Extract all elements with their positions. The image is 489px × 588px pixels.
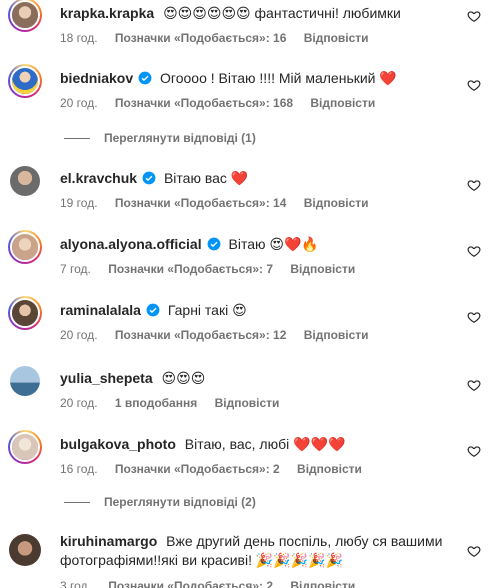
avatar[interactable] xyxy=(8,230,42,264)
comment-meta: 19 год. Позначки «Подобається»: 14 Відпо… xyxy=(60,195,383,211)
comment-username[interactable]: bulgakova_photo xyxy=(60,436,176,452)
comment-username[interactable]: raminalalala xyxy=(60,302,141,318)
comment-text-line: kiruhinamargo Вже другий день поспіль, л… xyxy=(60,532,449,570)
reply-button[interactable]: Відповісти xyxy=(304,196,369,210)
comment-text-line: krapka.krapka 😍😍😍😍😍😍 фантастичні! любимк… xyxy=(60,3,449,23)
verified-badge-icon xyxy=(146,303,160,317)
comment-text-line: bulgakova_photo Вітаю, вас, любі ❤️❤️❤️ xyxy=(60,434,449,454)
like-heart-icon[interactable] xyxy=(467,544,481,558)
reply-button[interactable]: Відповісти xyxy=(215,396,280,410)
view-replies-button[interactable]: Переглянути відповіді (2) xyxy=(60,494,256,510)
comment-time[interactable]: 3 год. xyxy=(60,579,91,588)
comment-time[interactable]: 16 год. xyxy=(60,462,98,476)
avatar[interactable] xyxy=(8,296,42,330)
avatar[interactable] xyxy=(8,0,42,32)
comment-text: 😍😍😍 xyxy=(161,370,206,386)
comment-text: Вітаю, вас, любі ❤️❤️❤️ xyxy=(184,436,346,452)
like-heart-icon[interactable] xyxy=(467,178,481,192)
comment-text: Огоооо ! Вітаю !!!! Мій маленький ❤️ xyxy=(160,70,397,86)
comment-text: 😍😍😍😍😍😍 фантастичні! любимки xyxy=(163,5,401,21)
avatar[interactable] xyxy=(9,534,41,566)
reply-button[interactable]: Відповісти xyxy=(290,579,355,588)
comment-meta: 16 год. Позначки «Подобається»: 2 Відпов… xyxy=(60,461,376,477)
view-replies-button[interactable]: Переглянути відповіді (1) xyxy=(60,130,256,146)
comment-meta: 7 год. Позначки «Подобається»: 7 Відпові… xyxy=(60,261,369,277)
verified-badge-icon xyxy=(138,71,152,85)
reply-button[interactable]: Відповісти xyxy=(304,31,369,45)
comment-meta: 18 год. Позначки «Подобається»: 16 Відпо… xyxy=(60,30,383,46)
comment-text: Гарні такі 😍 xyxy=(167,302,247,318)
like-heart-icon[interactable] xyxy=(467,378,481,392)
comment-meta: 3 год. Позначки «Подобається»: 2 Відпові… xyxy=(60,578,369,588)
divider xyxy=(64,502,90,504)
comment-username[interactable]: el.kravchuk xyxy=(60,170,137,186)
comment-text-line: raminalalala Гарні такі 😍 xyxy=(60,300,449,320)
comment-text: Вітаю вас ❤️ xyxy=(163,170,249,186)
comment-likes[interactable]: Позначки «Подобається»: 12 xyxy=(115,328,286,342)
comment-likes[interactable]: Позначки «Подобається»: 7 xyxy=(108,262,273,276)
like-heart-icon[interactable] xyxy=(467,444,481,458)
verified-badge-icon xyxy=(142,171,156,185)
reply-button[interactable]: Відповісти xyxy=(290,262,355,276)
reply-button[interactable]: Відповісти xyxy=(310,96,375,110)
comment-likes[interactable]: Позначки «Подобається»: 16 xyxy=(115,31,286,45)
like-heart-icon[interactable] xyxy=(467,78,481,92)
comment-username[interactable]: yulia_shepeta xyxy=(60,370,153,386)
comment-likes[interactable]: Позначки «Подобається»: 14 xyxy=(115,196,286,210)
like-heart-icon[interactable] xyxy=(467,9,481,23)
comment-likes[interactable]: Позначки «Подобається»: 2 xyxy=(115,462,280,476)
comment-meta: 20 год. Позначки «Подобається»: 12 Відпо… xyxy=(60,327,383,343)
comment-meta: 20 год. 1 вподобання Відповісти xyxy=(60,395,293,411)
like-heart-icon[interactable] xyxy=(467,244,481,258)
comment-time[interactable]: 19 год. xyxy=(60,196,98,210)
comment-text-line: biedniakov Огоооо ! Вітаю !!!! Мій мален… xyxy=(60,68,449,88)
comment-time[interactable]: 7 год. xyxy=(60,262,91,276)
avatar[interactable] xyxy=(10,166,40,196)
comment-likes[interactable]: 1 вподобання xyxy=(115,396,197,410)
reply-button[interactable]: Відповісти xyxy=(297,462,362,476)
avatar[interactable] xyxy=(10,366,40,396)
comment-time[interactable]: 20 год. xyxy=(60,328,98,342)
view-replies-label: Переглянути відповіді (1) xyxy=(104,131,256,145)
avatar[interactable] xyxy=(8,64,42,98)
comment-username[interactable]: alyona.alyona.official xyxy=(60,236,202,252)
comment-time[interactable]: 20 год. xyxy=(60,96,98,110)
comment-username[interactable]: kiruhinamargo xyxy=(60,533,157,549)
verified-badge-icon xyxy=(207,237,221,251)
comment-text-line: alyona.alyona.official Вітаю 😍❤️🔥 xyxy=(60,234,449,254)
comment-time[interactable]: 20 год. xyxy=(60,396,98,410)
divider xyxy=(64,138,90,140)
comment-username[interactable]: krapka.krapka xyxy=(60,5,154,21)
comment-time[interactable]: 18 год. xyxy=(60,31,98,45)
reply-button[interactable]: Відповісти xyxy=(304,328,369,342)
like-heart-icon[interactable] xyxy=(467,310,481,324)
view-replies-label: Переглянути відповіді (2) xyxy=(104,495,256,509)
comment-likes[interactable]: Позначки «Подобається»: 2 xyxy=(108,579,273,588)
comment-username[interactable]: biedniakov xyxy=(60,70,133,86)
comment-text: Вітаю 😍❤️🔥 xyxy=(228,236,319,252)
comment-text-line: el.kravchuk Вітаю вас ❤️ xyxy=(60,168,449,188)
comment-likes[interactable]: Позначки «Подобається»: 168 xyxy=(115,96,293,110)
comment-text-line: yulia_shepeta 😍😍😍 xyxy=(60,368,449,388)
comment-meta: 20 год. Позначки «Подобається»: 168 Відп… xyxy=(60,95,389,111)
avatar[interactable] xyxy=(8,430,42,464)
